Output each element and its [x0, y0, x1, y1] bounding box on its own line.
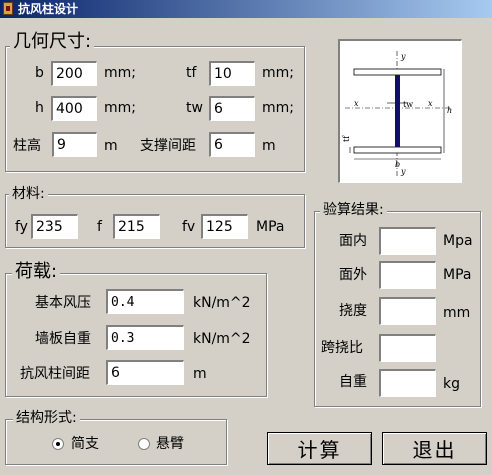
tf-field[interactable] [209, 61, 255, 86]
span-ratio-label: 跨挠比 [321, 340, 363, 356]
h-label: h [35, 100, 44, 116]
fv-label: fv [182, 219, 196, 235]
column-height-label: 柱高 [13, 138, 41, 154]
title-bar: 抗风柱设计 [0, 0, 492, 18]
f-field[interactable] [113, 214, 160, 239]
diagram-x-left: x [354, 99, 359, 108]
column-height-unit: m [104, 138, 118, 154]
cantilever-radio[interactable] [138, 438, 150, 450]
self-weight-unit: kg [443, 376, 460, 392]
material-group-title: 材料: [9, 187, 48, 201]
diagram-x-right: x [428, 99, 433, 108]
deflection-unit: mm [443, 305, 471, 321]
tf-label: tf [186, 65, 197, 81]
column-spacing-field[interactable] [106, 360, 184, 385]
tw-unit: mm; [262, 100, 294, 116]
diagram-tf: tf [342, 135, 351, 142]
diagram-tw: tw [403, 100, 413, 109]
simple-support-label[interactable]: 简支 [71, 437, 99, 451]
cantilever-label[interactable]: 悬臂 [156, 437, 184, 451]
wind-pressure-unit: kN/m^2 [193, 295, 251, 311]
deflection-label: 挠度 [339, 303, 367, 319]
b-unit: mm; [104, 65, 136, 81]
b-label: b [35, 65, 44, 81]
app-icon [3, 2, 13, 15]
out-plane-result[interactable] [379, 261, 436, 289]
in-plane-result[interactable] [379, 227, 436, 255]
i-section-diagram: y y x x tw h tf b [338, 39, 462, 183]
h-unit: mm; [104, 100, 136, 116]
app-window: 抗风柱设计 几何尺寸: b mm; tf mm; h mm; tw mm; 柱高… [0, 0, 492, 475]
span-ratio-result[interactable] [379, 334, 436, 362]
fy-label: fy [15, 219, 28, 235]
fy-field[interactable] [31, 214, 78, 239]
diagram-y-bottom: y [400, 167, 406, 176]
material-unit: MPa [256, 219, 285, 235]
column-spacing-unit: m [193, 366, 207, 382]
load-group-title: 荷载: [12, 263, 61, 281]
wall-weight-unit: kN/m^2 [193, 331, 251, 347]
column-height-field[interactable] [52, 132, 97, 157]
wind-pressure-field[interactable] [106, 289, 184, 314]
deflection-result[interactable] [379, 297, 436, 325]
tf-unit: mm; [262, 65, 294, 81]
wall-weight-field[interactable] [106, 325, 184, 350]
out-plane-unit: MPa [443, 267, 472, 283]
in-plane-label: 面内 [339, 233, 367, 249]
simple-support-radio[interactable] [52, 438, 64, 450]
diagram-y-top: y [400, 52, 406, 61]
fv-field[interactable] [201, 214, 248, 239]
wind-pressure-label: 基本风压 [35, 295, 91, 311]
calculate-button[interactable]: 计算 [267, 432, 372, 465]
results-group-title: 验算结果: [320, 203, 387, 217]
i-section-drawing: y y x x tw h tf b [342, 51, 452, 177]
self-weight-result[interactable] [379, 369, 436, 397]
b-field[interactable] [51, 61, 97, 86]
self-weight-label: 自重 [339, 374, 367, 390]
wall-weight-label: 墙板自重 [35, 331, 91, 347]
brace-spacing-label: 支撑间距 [140, 138, 196, 154]
exit-button[interactable]: 退出 [382, 432, 487, 465]
diagram-h: h [447, 106, 452, 115]
diagram-b: b [395, 160, 400, 169]
column-spacing-label: 抗风柱间距 [20, 366, 90, 382]
brace-spacing-field[interactable] [209, 132, 255, 157]
tw-label: tw [186, 100, 203, 116]
out-plane-label: 面外 [339, 267, 367, 283]
in-plane-unit: Mpa [443, 233, 473, 249]
window-title: 抗风柱设计 [18, 2, 79, 16]
brace-spacing-unit: m [262, 138, 276, 154]
structure-group-title: 结构形式: [13, 411, 80, 425]
tw-field[interactable] [209, 96, 255, 121]
geometry-group-title: 几何尺寸: [10, 33, 95, 51]
h-field[interactable] [51, 96, 97, 121]
f-label: f [97, 219, 102, 235]
